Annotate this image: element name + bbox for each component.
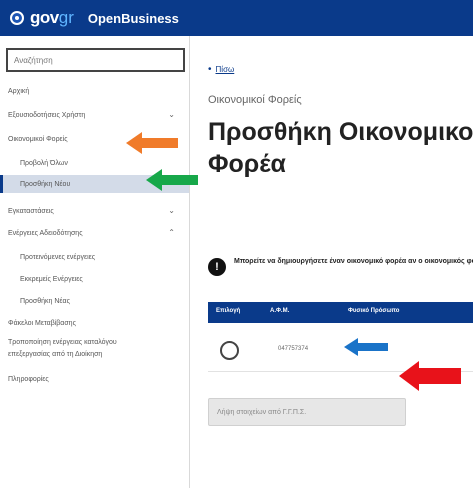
arrow-head <box>146 169 162 191</box>
sidebar-item-label: επεξεργασίας από τη Διοίκηση <box>8 350 103 358</box>
back-link[interactable]: Πίσω <box>216 65 235 74</box>
info-text: Μπορείτε να δημιουργήσετε έναν οικονομικ… <box>234 258 473 265</box>
arrow-shaft <box>142 138 178 148</box>
sidebar-item-user-authorizations[interactable]: Εξουσιοδοτήσεις Χρήστη ⌄ <box>0 106 189 124</box>
sidebar-item-information[interactable]: Πληροφορίες <box>0 370 189 388</box>
top-header-bar: gov gr OpenBusiness <box>0 0 473 36</box>
sidebar-item-licensing-actions[interactable]: Ενέργειες Αδειοδότησης ⌃ <box>0 224 189 242</box>
column-header-select[interactable]: Επιλογή <box>216 308 240 314</box>
arrow-head <box>344 338 358 356</box>
sidebar-item-label: Προβολή Όλων <box>20 159 68 167</box>
sidebar-item-label: Προσθήκη Νέας <box>20 297 70 305</box>
sidebar-item-label: Οικονομικοί Φορείς <box>8 135 68 143</box>
sidebar-item-add-new-action[interactable]: Προσθήκη Νέας <box>0 292 189 310</box>
sidebar-item-home[interactable]: Αρχική <box>0 82 189 100</box>
select-radio[interactable] <box>220 341 239 360</box>
sidebar-item-installations[interactable]: Εγκαταστάσεις ⌄ <box>0 202 189 220</box>
arrow-head <box>126 132 142 154</box>
sidebar-item-pending-actions[interactable]: Εκκρεμείς Ενέργειες <box>0 270 189 288</box>
sidebar-item-label: Εκκρεμείς Ενέργειες <box>20 275 83 283</box>
sidebar-item-label: Ενέργειες Αδειοδότησης <box>8 229 83 237</box>
main-content: • Πίσω Οικονομικοί Φορείς Προσθήκη Οικον… <box>200 36 473 488</box>
sidebar-item-label: Φάκελοι Μεταβίβασης <box>8 319 76 327</box>
breadcrumb: • Πίσω <box>208 64 234 75</box>
brand-gov-text: gov <box>30 8 59 27</box>
gov-emblem-icon <box>10 11 24 25</box>
sidebar-item-label: Προτεινόμενες ενέργειες <box>20 253 96 261</box>
sidebar-search-input[interactable] <box>8 50 183 71</box>
arrow-shaft <box>162 175 198 185</box>
sidebar-item-modify-action-catalog-cont[interactable]: επεξεργασίας από τη Διοίκηση <box>0 345 189 363</box>
sidebar-item-transfer-folders[interactable]: Φάκελοι Μεταβίβασης <box>0 314 189 332</box>
sidebar-search-box <box>6 48 185 72</box>
sidebar: Αρχική Εξουσιοδοτήσεις Χρήστη ⌄ Οικονομι… <box>0 36 190 488</box>
chevron-up-icon: ⌃ <box>168 228 175 237</box>
sidebar-item-label: Εξουσιοδοτήσεις Χρήστη <box>8 111 86 119</box>
sidebar-item-label: Προσθήκη Νέου <box>20 180 71 188</box>
arrow-shaft <box>419 368 461 384</box>
chevron-down-icon: ⌄ <box>168 206 175 215</box>
chevron-down-icon: ⌄ <box>168 110 175 119</box>
table-row: 047757374 - <box>208 326 473 372</box>
app-name[interactable]: OpenBusiness <box>88 11 179 26</box>
sidebar-item-label: Πληροφορίες <box>8 375 49 383</box>
page-title: Προσθήκη Οικονομικού Φορέα <box>208 118 473 178</box>
section-caption: Οικονομικοί Φορείς <box>208 94 302 106</box>
sidebar-item-label: Εγκαταστάσεις <box>8 207 54 215</box>
table-header: Επιλογή Α.Φ.Μ. Φυσικό Πρόσωπο <box>208 302 473 323</box>
brand-gr-text: gr <box>58 8 74 27</box>
afm-cell: 047757374 <box>278 346 309 352</box>
sidebar-item-label: Αρχική <box>8 87 30 95</box>
sidebar-item-suggested-actions[interactable]: Προτεινόμενες ενέργειες <box>0 248 189 266</box>
column-header-natural-person[interactable]: Φυσικό Πρόσωπο <box>348 308 399 314</box>
arrow-head <box>399 361 419 391</box>
bullet-icon: • <box>208 64 212 75</box>
info-icon: ! <box>208 258 226 276</box>
fetch-taxis-data-button[interactable]: Λήψη στοιχείων από Γ.Γ.Π.Σ. <box>208 398 406 426</box>
arrow-shaft <box>358 343 388 351</box>
info-notice: ! Μπορείτε να δημιουργήσετε έναν οικονομ… <box>208 256 473 276</box>
column-header-afm[interactable]: Α.Φ.Μ. <box>270 308 289 314</box>
